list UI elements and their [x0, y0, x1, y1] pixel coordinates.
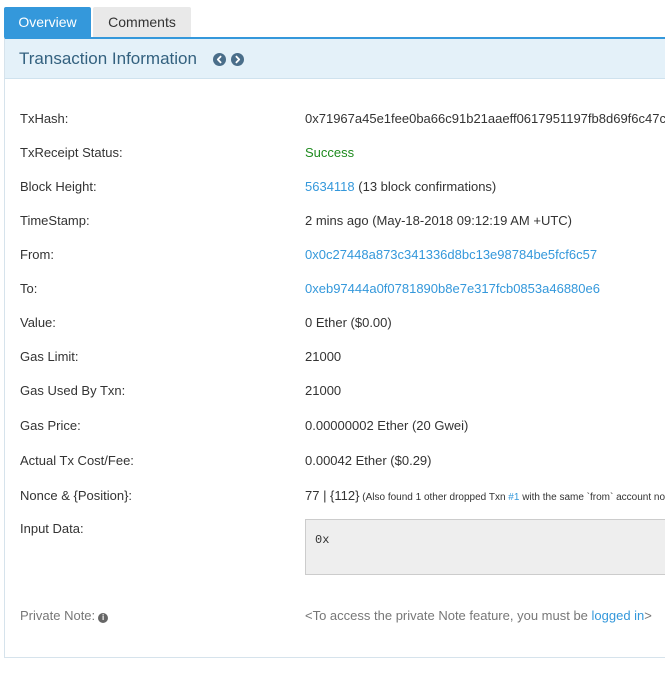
value-amount: 0 Ether ($0.00)	[305, 315, 392, 330]
to-label: To:	[20, 281, 38, 296]
nonce-label: Nonce & {Position}:	[20, 488, 133, 503]
nonce-note-suffix: with the same `from` account no	[519, 492, 665, 503]
nonce-note-prefix: (Also found 1 other dropped Txn	[359, 492, 509, 503]
block-height-label: Block Height:	[20, 179, 97, 194]
chevron-right-circle-icon[interactable]	[231, 53, 244, 66]
from-address-link[interactable]: 0x0c27448a873c341336d8bc13e98784be5fcf6c…	[305, 247, 597, 262]
timestamp-label: TimeStamp:	[20, 213, 90, 228]
chevron-left-circle-icon[interactable]	[213, 53, 226, 66]
block-height-value: 5634118 (13 block confirmations)	[305, 179, 496, 194]
timestamp-value: 2 mins ago (May-18-2018 09:12:19 AM +UTC…	[305, 213, 572, 228]
private-note-label-text: Private Note:	[20, 608, 96, 623]
gas-used-label: Gas Used By Txn:	[20, 383, 126, 398]
gas-limit-label: Gas Limit:	[20, 349, 79, 364]
txhash-value: 0x71967a45e1fee0ba66c91b21aaeff061795119…	[305, 111, 665, 126]
logged-in-link[interactable]: logged in	[592, 608, 645, 623]
from-label: From:	[20, 247, 54, 262]
tab-comments[interactable]: Comments	[93, 7, 191, 37]
info-circle-icon[interactable]: i	[98, 613, 109, 623]
status-value: Success	[305, 145, 355, 160]
status-label: TxReceipt Status:	[20, 145, 123, 160]
private-note-suffix: >	[644, 608, 652, 623]
nonce-position: 77 | {112}	[305, 488, 360, 503]
tab-overview[interactable]: Overview	[4, 7, 91, 37]
tx-cost-label: Actual Tx Cost/Fee:	[20, 453, 134, 468]
to-address-link[interactable]: 0xeb97444a0f0781890b8e7e317fcb0853a46880…	[305, 281, 600, 296]
input-data-box[interactable]: 0x	[305, 519, 665, 575]
gas-price-label: Gas Price:	[20, 418, 81, 433]
private-note-value: <To access the private Note feature, you…	[305, 608, 652, 623]
page-title: Transaction Information	[19, 49, 197, 68]
value-label: Value:	[20, 315, 56, 330]
private-note-prefix: <To access the private Note feature, you…	[305, 608, 592, 623]
txhash-label: TxHash:	[20, 111, 69, 126]
input-data-label: Input Data:	[20, 521, 84, 536]
dropped-txn-link[interactable]: #1	[508, 492, 519, 503]
block-confirmations: (13 block confirmations)	[354, 179, 497, 194]
private-note-label: Private Note: i	[20, 608, 109, 623]
block-number-link[interactable]: 5634118	[305, 179, 355, 194]
panel-header: Transaction Information	[5, 39, 665, 79]
gas-price-value: 0.00000002 Ether (20 Gwei)	[305, 418, 469, 433]
tx-cost-value: 0.00042 Ether ($0.29)	[305, 453, 432, 468]
nonce-value: 77 | {112} (Also found 1 other dropped T…	[305, 488, 665, 503]
transaction-panel: Transaction Information TxHash: 0x71967a…	[4, 37, 665, 658]
gas-limit-value: 21000	[305, 349, 342, 364]
input-data-value: 0x	[315, 533, 330, 547]
gas-used-value: 21000	[305, 383, 342, 398]
